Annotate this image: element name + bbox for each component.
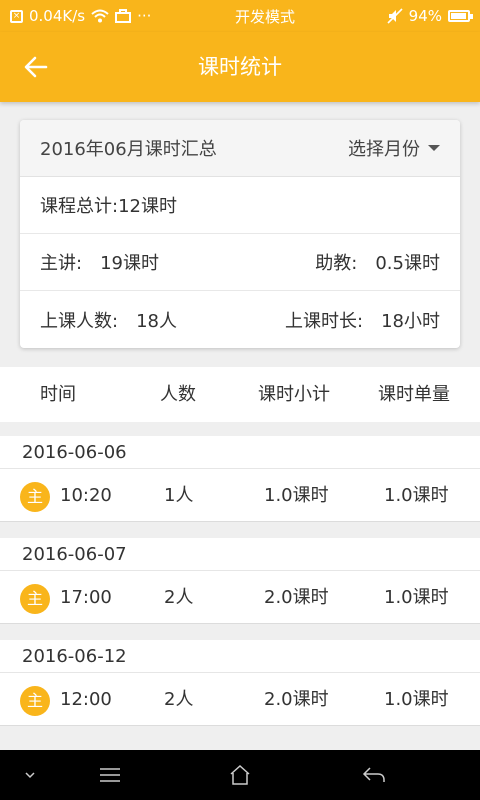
table-header: 时间 人数 课时小计 课时单量	[0, 367, 480, 422]
menu-icon	[100, 768, 120, 782]
summary-header: 2016年06月课时汇总 选择月份	[20, 120, 460, 177]
date-header: 2016-06-06	[0, 436, 480, 468]
duration-value: 18小时	[381, 310, 440, 332]
status-bar: × 0.04K/s ··· 开发模式 94%	[0, 0, 480, 32]
app-bar: 课时统计	[0, 32, 480, 102]
chevron-down-icon	[25, 772, 35, 779]
date-header: 2016-06-12	[0, 640, 480, 672]
row-subtotal: 1.0课时	[264, 485, 329, 506]
table-row[interactable]: 主 10:20 1人 1.0课时 1.0课时	[0, 468, 480, 522]
total-row: 课程总计:12课时	[20, 177, 460, 234]
lecturer-value: 19课时	[100, 253, 159, 274]
students-label: 上课人数:	[40, 310, 119, 332]
duration-label: 上课时长:	[285, 310, 364, 332]
row-time: 17:00	[60, 587, 112, 608]
assistant-value: 0.5课时	[375, 253, 440, 274]
caret-down-icon	[428, 145, 440, 151]
system-nav-bar	[0, 750, 480, 800]
row-subtotal: 2.0课时	[264, 689, 329, 710]
row-unit: 1.0课时	[384, 689, 449, 710]
header-time: 时间	[40, 384, 76, 405]
network-speed: 0.04K/s	[29, 7, 86, 25]
table-row[interactable]: 主 17:00 2人 2.0课时 1.0课时	[0, 570, 480, 624]
row-unit: 1.0课时	[384, 485, 449, 506]
students-value: 18人	[136, 310, 177, 332]
assistant-label: 助教:	[315, 253, 358, 274]
nav-back-button[interactable]	[344, 750, 404, 800]
more-dots: ···	[137, 7, 152, 25]
row-people: 1人	[164, 485, 194, 506]
row-people: 2人	[164, 587, 194, 608]
lecturer-label: 主讲:	[40, 253, 83, 274]
dev-mode-label: 开发模式	[234, 7, 295, 26]
host-badge: 主	[20, 686, 50, 716]
row-unit: 1.0课时	[384, 587, 449, 608]
summary-card: 2016年06月课时汇总 选择月份 课程总计:12课时 主讲: 19课时 助教:…	[20, 120, 460, 348]
header-unit: 课时单量	[378, 384, 450, 405]
host-badge: 主	[20, 584, 50, 614]
host-badge: 主	[20, 482, 50, 512]
total-text: 课程总计:12课时	[40, 196, 177, 217]
battery-icon	[448, 10, 473, 22]
role-row: 主讲: 19课时 助教: 0.5课时	[20, 234, 460, 291]
summary-title: 2016年06月课时汇总	[40, 139, 217, 160]
row-time: 10:20	[60, 485, 112, 506]
notification-close-icon: ×	[10, 9, 23, 23]
wifi-icon	[91, 9, 109, 23]
table-row[interactable]: 主 12:00 2人 2.0课时 1.0课时	[0, 672, 480, 726]
nav-home-button[interactable]	[210, 750, 270, 800]
row-people: 2人	[164, 689, 194, 710]
month-select-label: 选择月份	[348, 139, 420, 160]
stats-row: 上课人数: 18人 上课时长: 18小时	[20, 291, 460, 348]
bag-icon	[115, 9, 132, 23]
header-people: 人数	[160, 384, 196, 405]
home-icon	[230, 765, 250, 785]
row-time: 12:00	[60, 689, 112, 710]
month-select[interactable]: 选择月份	[348, 135, 440, 161]
nav-menu-button[interactable]	[80, 750, 140, 800]
back-icon	[362, 767, 385, 782]
date-header: 2016-06-07	[0, 538, 480, 570]
battery-percent: 94%	[408, 7, 442, 25]
header-subtotal: 课时小计	[258, 384, 330, 405]
mute-icon	[387, 8, 403, 24]
nav-collapse-button[interactable]	[0, 750, 60, 800]
page-title: 课时统计	[198, 55, 282, 79]
row-subtotal: 2.0课时	[264, 587, 329, 608]
